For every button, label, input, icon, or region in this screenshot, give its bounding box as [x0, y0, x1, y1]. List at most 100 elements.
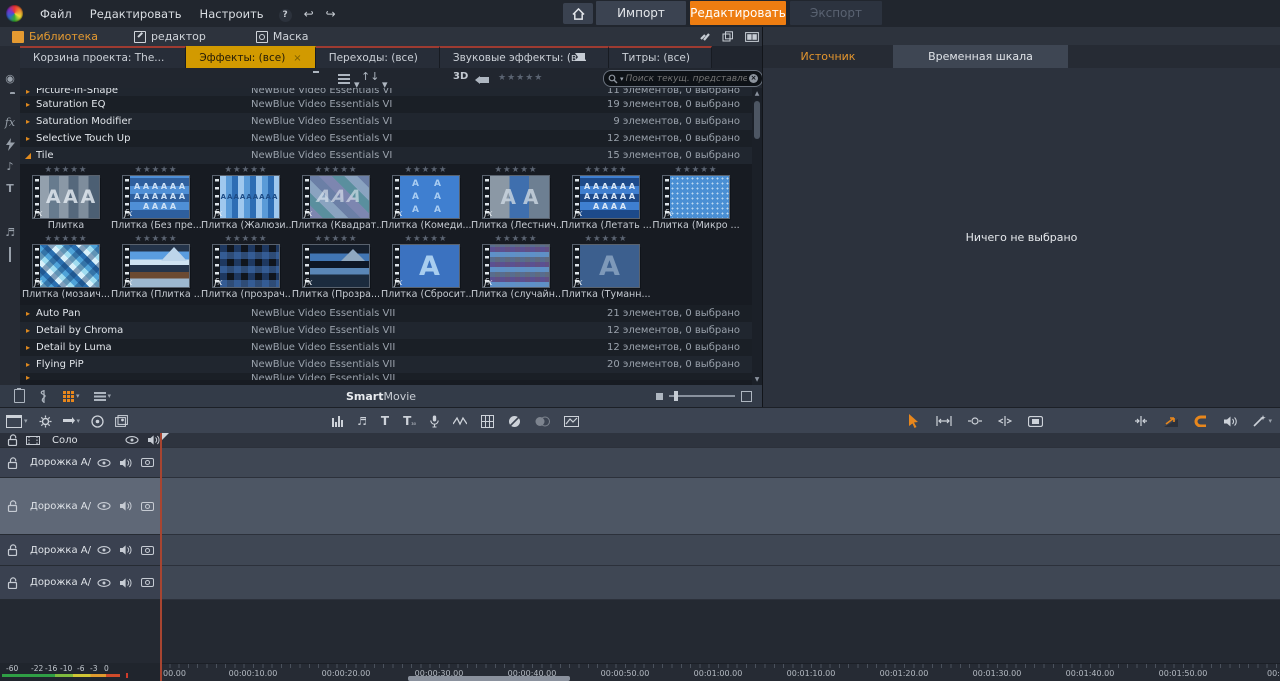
thumb-size-slider[interactable]: [669, 395, 735, 397]
tile-thumbnail[interactable]: fx: [33, 176, 99, 218]
effect-group-row[interactable]: Selective Touch Up NewBlue Video Essenti…: [20, 130, 752, 147]
transitions-icon[interactable]: [3, 204, 17, 217]
tile-rating-stars[interactable]: ★★★★★: [291, 234, 381, 245]
tile-thumbnail[interactable]: fx: [663, 176, 729, 218]
speaker-icon[interactable]: [120, 501, 132, 511]
tile-thumbnail[interactable]: fx: [303, 245, 369, 287]
tile-rating-stars[interactable]: ★★★★★: [381, 165, 471, 176]
search-clear-icon[interactable]: ×: [749, 74, 758, 83]
tile-rating-stars[interactable]: ★★★★★: [471, 165, 561, 176]
timeline-settings-gear-icon[interactable]: [39, 415, 52, 428]
small-thumb-icon[interactable]: [656, 393, 663, 400]
expand-arrow-icon[interactable]: [20, 309, 36, 318]
effect-group-row[interactable]: Picture-in-Shape NewBlue Video Essential…: [20, 88, 752, 96]
flash-icon[interactable]: [3, 138, 17, 151]
tile-rating-stars[interactable]: ★★★★★: [291, 165, 381, 176]
redo-icon[interactable]: ↪: [320, 7, 342, 21]
expand-arrow-icon[interactable]: [20, 117, 36, 126]
tile-thumbnail[interactable]: fx: [483, 245, 549, 287]
camera-icon[interactable]: [141, 578, 154, 587]
film-icon[interactable]: [26, 436, 40, 445]
expand-arrow-icon[interactable]: [20, 134, 36, 143]
eye-icon[interactable]: [97, 502, 111, 510]
tile-thumbnail[interactable]: fx: [123, 176, 189, 218]
camera-icon[interactable]: [141, 546, 154, 555]
eye-icon[interactable]: [125, 436, 139, 444]
effect-tile[interactable]: ★★★★★ fx Плитка (Лестнич...: [471, 165, 561, 231]
effect-group-row[interactable]: Saturation EQ NewBlue Video Essentials V…: [20, 96, 752, 113]
effect-tile[interactable]: ★★★★★ fx Плитка (Квадрат...: [291, 165, 381, 231]
tile-rating-stars[interactable]: ★★★★★: [201, 165, 291, 176]
tile-thumbnail[interactable]: fx: [123, 245, 189, 287]
track-lane[interactable]: [160, 478, 1280, 535]
library-tab[interactable]: Титры: (все): [609, 46, 712, 68]
camera-icon[interactable]: [141, 458, 154, 467]
effect-tile[interactable]: ★★★★★ fx Плитка (Прозра...: [291, 234, 381, 300]
marker-icon[interactable]: ▾: [63, 417, 81, 425]
audio-note-icon[interactable]: ♪: [3, 160, 17, 173]
timeline-hscrollbar-thumb[interactable]: [408, 676, 570, 681]
projects-reel-icon[interactable]: ◉: [3, 72, 17, 85]
expand-arrow-icon[interactable]: [20, 373, 36, 380]
scrollbar-thumb[interactable]: [754, 101, 760, 139]
grid-view-icon[interactable]: ▾: [63, 391, 80, 402]
expand-arrow-icon[interactable]: [20, 100, 36, 109]
keyframe-panel-icon[interactable]: [564, 416, 579, 427]
tile-rating-stars[interactable]: ★★★★★: [21, 234, 111, 245]
tab-editor[interactable]: редактор: [122, 27, 218, 46]
track-lane[interactable]: [160, 566, 1280, 600]
speaker-icon[interactable]: [148, 435, 160, 445]
lock-icon[interactable]: [7, 457, 18, 469]
menu-edit[interactable]: Редактировать: [81, 7, 191, 21]
track-lane[interactable]: [160, 448, 1280, 478]
audio-mixer-icon[interactable]: [332, 416, 343, 427]
title-editor-icon[interactable]: T: [381, 414, 389, 428]
track-name[interactable]: Дорожка А/...: [30, 577, 92, 588]
track-header[interactable]: Дорожка А/...: [0, 478, 160, 535]
menu-file[interactable]: Файл: [31, 7, 81, 21]
sort-icon[interactable]: ↑↓: [361, 70, 379, 83]
expand-arrow-icon[interactable]: [20, 360, 36, 369]
undo-icon[interactable]: ↩: [298, 7, 320, 21]
tile-thumbnail[interactable]: fx: [573, 176, 639, 218]
playhead-flag-icon[interactable]: [162, 433, 169, 440]
effect-tile[interactable]: ★★★★★ fx Плитка (случайн...: [471, 234, 561, 300]
effect-group-row[interactable]: Flying PiP NewBlue Video Essentials VII …: [20, 356, 752, 373]
tab-timeline-preview[interactable]: Временная шкала: [893, 45, 1068, 68]
split-clip-icon[interactable]: [998, 416, 1012, 426]
help-icon[interactable]: ?: [279, 9, 292, 22]
tile-rating-stars[interactable]: ★★★★★: [561, 165, 651, 176]
snapshot-icon[interactable]: [115, 415, 128, 427]
multitrack-grid-icon[interactable]: [481, 415, 494, 428]
disc-burn-icon[interactable]: [91, 415, 104, 428]
effect-group-row[interactable]: Detail by Chroma NewBlue Video Essential…: [20, 322, 752, 339]
track-header[interactable]: Дорожка А/...: [0, 566, 160, 600]
library-tab[interactable]: Корзина проекта: The...: [20, 46, 186, 68]
effect-tile[interactable]: ★★★★★ fx Плитка (Микро ...: [651, 165, 741, 231]
eye-icon[interactable]: [97, 579, 111, 587]
track-lane[interactable]: [160, 535, 1280, 566]
track-name[interactable]: Соло: [52, 435, 98, 446]
tile-thumbnail[interactable]: fx: [573, 245, 639, 287]
edit-mode-button[interactable]: Редактировать: [690, 1, 786, 25]
lock-icon[interactable]: [7, 577, 18, 589]
track-name[interactable]: Дорожка А/...: [30, 457, 92, 468]
app-logo-icon[interactable]: [6, 5, 23, 22]
tile-rating-stars[interactable]: ★★★★★: [561, 234, 651, 245]
track-header[interactable]: Дорожка А/...: [0, 535, 160, 566]
close-gap-icon[interactable]: [1134, 416, 1148, 426]
effect-group-row[interactable]: Saturation Modifier NewBlue Video Essent…: [20, 113, 752, 130]
select-cursor-icon[interactable]: [908, 414, 920, 428]
list-view-icon[interactable]: [338, 74, 350, 84]
list-scrollbar[interactable]: ▲ ▼: [752, 88, 762, 385]
speaker-icon[interactable]: [120, 458, 132, 468]
effects-fx-icon[interactable]: fx: [3, 116, 17, 129]
latest-imports-icon[interactable]: [3, 50, 17, 63]
montage-icon[interactable]: [3, 248, 17, 261]
track-name[interactable]: Дорожка А/...: [30, 501, 92, 512]
voiceover-mic-icon[interactable]: [430, 415, 439, 428]
tile-thumbnail[interactable]: fx: [483, 176, 549, 218]
tile-rating-stars[interactable]: ★★★★★: [111, 165, 201, 176]
tile-rating-stars[interactable]: ★★★★★: [471, 234, 561, 245]
tile-thumbnail[interactable]: fx: [303, 176, 369, 218]
